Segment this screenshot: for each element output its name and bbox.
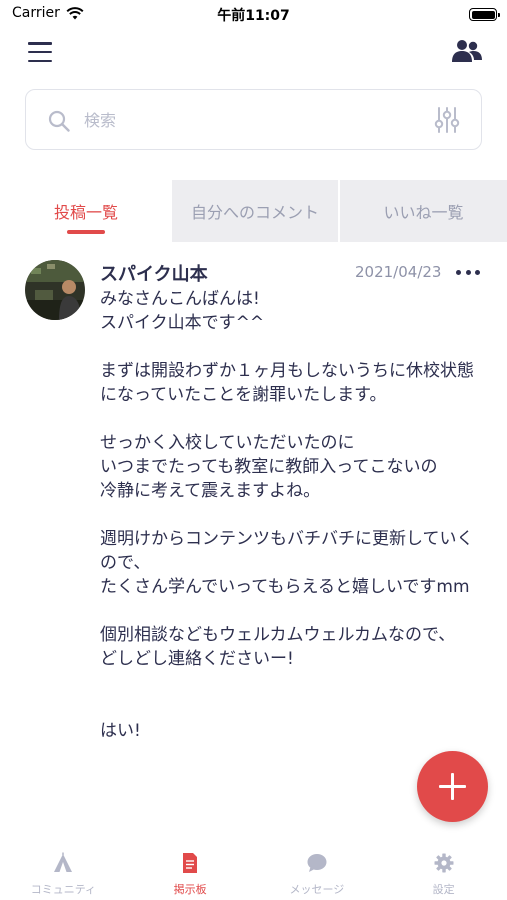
hamburger-icon[interactable] [28,42,52,62]
bottom-tab-board[interactable]: 掲示板 [127,838,254,900]
nav-bar [0,30,507,78]
bottom-tab-messages[interactable]: メッセージ [254,838,381,900]
bottom-tab-community[interactable]: コミュニティ [0,838,127,900]
tab-posts[interactable]: 投稿一覧 [0,180,172,242]
tab-comments-to-me[interactable]: 自分へのコメント [172,180,338,242]
document-icon [183,853,198,873]
chat-bubble-icon [307,854,327,872]
search-icon [48,110,70,132]
tent-icon [54,852,73,872]
tab-comments-label: 自分へのコメント [190,203,319,222]
filter-sliders-icon[interactable] [433,106,461,134]
post-date: 2021/04/23 [355,263,442,281]
status-bar: Carrier 午前11:07 [0,0,507,30]
search-input[interactable] [84,106,414,134]
people-icon[interactable] [451,38,483,66]
new-post-button[interactable] [417,751,488,822]
avatar[interactable] [25,260,85,320]
post-author[interactable]: スパイク山本 [100,260,208,286]
tab-posts-label: 投稿一覧 [53,203,118,222]
battery-icon [469,8,500,21]
tab-likes[interactable]: いいね一覧 [340,180,507,242]
tab-strip: 投稿一覧 自分へのコメント いいね一覧 [0,180,507,242]
bottom-tab-settings[interactable]: 設定 [380,838,507,900]
active-tab-indicator [67,230,105,234]
bottom-tab-label: 掲示板 [173,883,207,896]
gear-icon [434,853,454,873]
bottom-tab-bar: コミュニティ 掲示板 メッセージ 設定 [0,838,507,900]
post-body: みなさんこんばんは! スパイク山本です^^ まずは開設わずか１ヶ月もしないうちに… [100,289,474,741]
bottom-tab-label: コミュニティ [30,883,97,896]
tab-likes-label: いいね一覧 [383,203,464,222]
bottom-tab-label: 設定 [432,883,455,896]
search-bar [25,89,482,150]
bottom-tab-label: メッセージ [289,883,345,896]
more-options-icon[interactable] [456,270,480,276]
clock: 午前11:07 [217,8,290,24]
